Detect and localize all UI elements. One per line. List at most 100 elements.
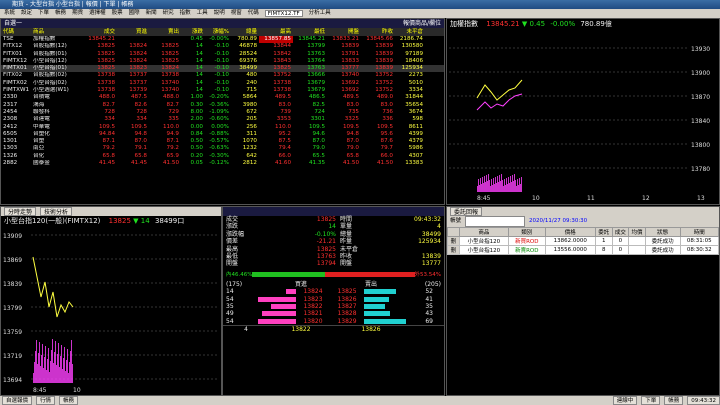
tab-technical[interactable]: 技術分析 (40, 207, 73, 216)
order-cell-type: 新買ROD (508, 236, 546, 246)
tick-chart-title: 小型台指120(一般)(FIMTX12) (4, 217, 101, 225)
quote-row[interactable]: 2317 鴻海 82.7 82.6 82.7 0.30 -0.36% 3980 83.0 82.5… (1, 102, 444, 109)
depth-row[interactable]: 54 13820 13829 69 (223, 318, 444, 325)
quote-cell: 國泰金 (33, 160, 50, 167)
order-column-header[interactable]: 成交 (611, 227, 630, 237)
depth-row[interactable]: 35 13822 13827 35 (223, 303, 444, 310)
quote-row[interactable]: 1303 南亞 79.2 79.1 79.2 0.50 -0.63% 1232 79.4 79.0… (1, 145, 444, 152)
quote-row[interactable]: 2330 台積電 488.0 487.5 488.0 1.00 -0.20% 5864 489.… (1, 94, 444, 101)
ask-price: 13828 (337, 310, 357, 318)
order-column-header[interactable]: 委託 (594, 227, 613, 237)
quote-cell: 65.9 (166, 152, 179, 159)
menu-item[interactable]: 視窗 (231, 9, 242, 18)
quote-row[interactable]: 6505 台塑化 94.84 94.8 94.9 0.84 -0.88% 311 95.2 94.… (1, 131, 444, 138)
menu-item[interactable]: 新聞 (146, 9, 157, 18)
symbol-input[interactable]: FIMTX12.TF (264, 10, 303, 17)
order-column-header[interactable] (447, 227, 460, 237)
menu-item[interactable]: 下單 (38, 9, 49, 18)
column-header[interactable]: 開盤 (327, 28, 361, 36)
menu-item[interactable]: 股票 (112, 9, 123, 18)
quote-cell: 87.0 (312, 138, 325, 145)
quote-cell: 13679 (307, 87, 325, 94)
quote-row[interactable]: FIMTX12 小型台指(12) 13825 13824 13825 14 -0.10 693… (1, 58, 444, 65)
quote-row[interactable]: FITX02 台股指數(02) 13738 13737 13738 14 -0.10 480 1… (1, 72, 444, 79)
quote-cell: 13833.21 (332, 36, 359, 42)
order-column-header[interactable]: 均價 (628, 227, 646, 237)
menu-item[interactable]: 系統 (4, 9, 15, 18)
quote-cell: 672 (246, 108, 257, 115)
quote-cell: 台股指數(12) (33, 43, 67, 50)
quote-row[interactable]: 2412 中華電 109.5 109.5 110.0 0.00 0.00% 256 110.0 1… (1, 124, 444, 131)
quote-cell: 13737 (129, 72, 147, 79)
order-column-header[interactable]: 商品 (458, 227, 510, 237)
column-header[interactable]: 總量 (231, 28, 259, 36)
price-line (32, 256, 74, 318)
quote-cell: 109.5 (376, 123, 393, 130)
column-header[interactable]: 最高 (259, 28, 293, 36)
detail-value-2: 4 (437, 223, 441, 231)
status-tab[interactable]: 自選報價 (2, 396, 33, 405)
order-column-header[interactable]: 類別 (508, 227, 546, 237)
quote-cell: -0.10 (214, 79, 229, 86)
menu-item[interactable]: 國際 (129, 9, 140, 18)
order-column-header[interactable]: 價格 (544, 227, 596, 237)
quote-row[interactable]: 2882 國泰金 41.45 41.45 41.50 0.05 -0.12% 2812 41.6… (1, 160, 444, 167)
account-select[interactable] (465, 216, 526, 227)
depth-row[interactable]: 14 13824 13825 52 (223, 288, 444, 295)
volume-bar (514, 174, 515, 192)
volume-bar (495, 177, 496, 192)
menu-item[interactable]: 選擇權 (89, 9, 106, 18)
order-cell-fill: 0 (611, 236, 630, 246)
delete-order-button[interactable]: 刪 (447, 236, 460, 246)
quote-row[interactable]: FIMTX01 小型台指(01) 13825 13823 13824 14 -0.10 384… (1, 65, 444, 73)
column-header[interactable]: 最低 (293, 28, 327, 36)
quote-cell: 95.6 (380, 130, 393, 137)
menu-item[interactable]: 期貨 (72, 9, 83, 18)
quote-cell: 1326 (3, 152, 18, 159)
quote-row[interactable]: FITX12 台股指數(12) 13825 13824 13825 14 -0.10 4687… (1, 43, 444, 50)
menu-item[interactable]: 工具 (197, 9, 208, 18)
column-header[interactable]: 買進 (117, 28, 149, 36)
column-header[interactable]: 漲幅% (205, 28, 231, 36)
quote-row[interactable]: TSE 加權指數 13845.21 0.45 -0.00% 780.89 13857.85 1… (1, 36, 444, 44)
column-header[interactable]: 商品 (33, 28, 85, 36)
status-tab[interactable]: 帳務 (59, 396, 79, 405)
tab-order-report[interactable]: 委託回報 (450, 207, 483, 216)
menu-item[interactable]: 指數 (180, 9, 191, 18)
menu-item[interactable]: 研究 (163, 9, 174, 18)
depth-row[interactable]: 54 13823 13826 41 (223, 296, 444, 303)
order-row[interactable]: 刪小型台指120 新賣ROD 13556.0000 8 0 委託成功 08:30:32 (447, 245, 720, 255)
quote-row[interactable]: 2454 聯發科 728 728 729 8.00 -1.09% 672 739 724 735 73… (1, 109, 444, 116)
order-column-header[interactable]: 時間 (679, 227, 720, 237)
quote-row[interactable]: FIMTX02 小型台指(02) 13738 13737 13740 14 -0.10 240… (1, 80, 444, 87)
menu-item[interactable]: 說明 (214, 9, 225, 18)
quote-cell: 487.5 (130, 94, 147, 101)
quote-row[interactable]: 2308 台達電 334 334 335 2.00 -0.60% 205 3353 3301 332… (1, 116, 444, 123)
ask-price: 13826 (337, 295, 357, 303)
status-tab[interactable]: 行情 (36, 396, 56, 405)
quote-row[interactable]: FITX01 台股指數(01) 13825 13824 13825 14 -0.10 2852… (1, 51, 444, 58)
menu-item[interactable]: 設定 (21, 9, 32, 18)
analysis-tool-button[interactable]: 分析工具 (309, 9, 331, 18)
delete-order-button[interactable]: 刪 (447, 245, 460, 255)
quote-cell: -0.20% (209, 94, 229, 101)
menu-item[interactable]: 帳務 (55, 9, 66, 18)
quote-subtitle[interactable]: 報價商品/欄位 (403, 19, 444, 28)
order-column-header[interactable]: 狀態 (644, 227, 681, 237)
column-header[interactable]: 未平倉 (395, 28, 425, 36)
column-header[interactable]: 代碼 (1, 28, 33, 36)
quote-cell: 28524 (239, 50, 257, 57)
quote-row[interactable]: 1301 台塑 87.1 87.0 87.1 0.50 -0.57% 1070 87.5 87.0… (1, 138, 444, 145)
column-header[interactable]: 漲跌 (181, 28, 205, 36)
quote-row[interactable]: 1326 台化 65.8 65.8 65.9 0.20 -0.30% 642 66.0 65.5 6… (1, 153, 444, 160)
order-row[interactable]: 刪小型台指120 新買ROD 13862.0000 1 0 委託成功 08:31:05 (447, 236, 720, 246)
ask-price: 13827 (337, 302, 357, 310)
depth-row[interactable]: 49 13821 13828 43 (223, 310, 444, 317)
tab-tick[interactable]: 分時走勢 (4, 207, 37, 216)
column-header[interactable]: 賣出 (149, 28, 181, 36)
index-title: 加權指數 (450, 20, 478, 28)
quote-row[interactable]: FIMTXW1 小型週選(W1) 13738 13739 13740 14 -0.10 715… (1, 87, 444, 94)
column-header[interactable]: 成交 (85, 28, 117, 36)
bid-bar-fill (261, 311, 296, 317)
column-header[interactable]: 昨收 (361, 28, 395, 36)
